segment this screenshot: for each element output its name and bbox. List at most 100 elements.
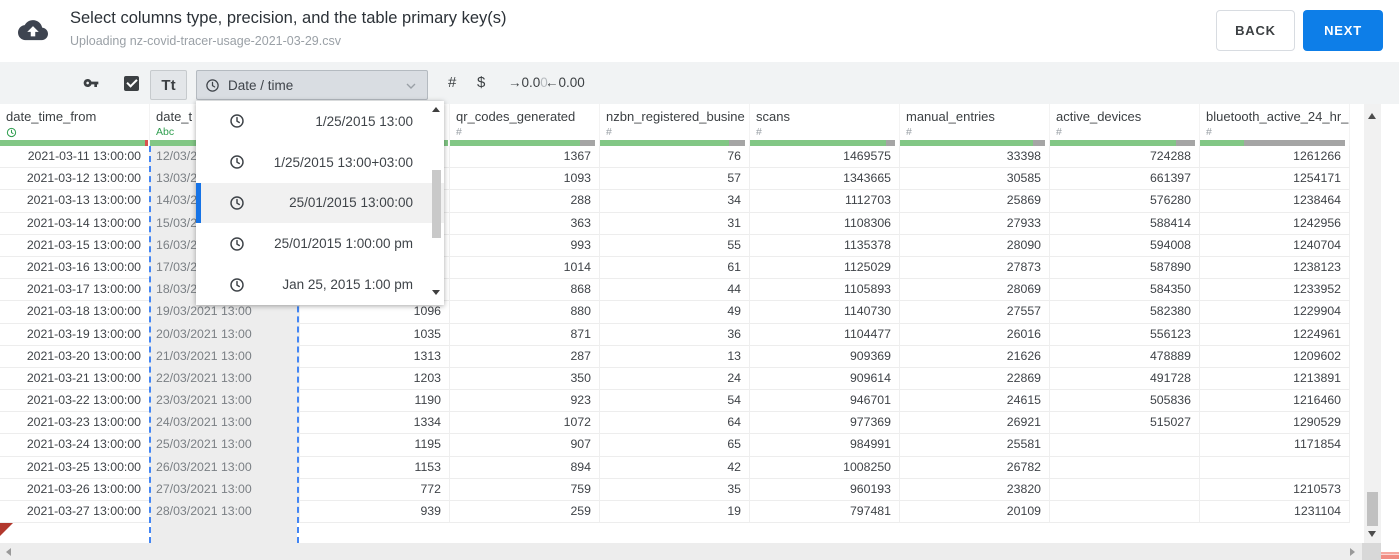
- table-cell[interactable]: 22/03/2021 13:00: [150, 367, 300, 391]
- increase-decimal-button[interactable]: →0.00: [508, 75, 548, 90]
- column-header-bluetooth_active_24_hr_[interactable]: bluetooth_active_24_hr_ #: [1200, 104, 1350, 146]
- table-cell[interactable]: 923: [450, 390, 600, 413]
- vertical-scrollbar[interactable]: [1364, 104, 1381, 543]
- table-cell[interactable]: 1203: [300, 367, 450, 391]
- table-cell[interactable]: 584350: [1050, 279, 1200, 302]
- table-cell[interactable]: 478889: [1050, 345, 1200, 368]
- column-include-checkbox[interactable]: [124, 76, 139, 91]
- table-cell[interactable]: 1231104: [1200, 501, 1350, 524]
- table-cell[interactable]: 28/03/2021 13:00: [150, 501, 300, 524]
- table-cell[interactable]: 2021-03-25 13:00:00: [0, 456, 150, 479]
- table-cell[interactable]: 23820: [900, 478, 1050, 501]
- table-cell[interactable]: 1233952: [1200, 279, 1350, 302]
- scroll-right-icon[interactable]: [1350, 548, 1355, 556]
- table-cell[interactable]: 1238123: [1200, 256, 1350, 280]
- table-cell[interactable]: [1200, 456, 1350, 479]
- table-cell[interactable]: 42: [600, 456, 750, 479]
- table-cell[interactable]: 25869: [900, 190, 1050, 213]
- table-cell[interactable]: 2021-03-22 13:00:00: [0, 390, 150, 413]
- table-cell[interactable]: 30585: [900, 168, 1050, 191]
- table-cell[interactable]: 880: [450, 301, 600, 324]
- table-cell[interactable]: 28090: [900, 234, 1050, 257]
- table-cell[interactable]: 556123: [1050, 323, 1200, 346]
- table-cell[interactable]: 1104477: [750, 323, 900, 346]
- table-cell[interactable]: 1014: [450, 256, 600, 280]
- table-cell[interactable]: 28069: [900, 279, 1050, 302]
- table-cell[interactable]: 64: [600, 412, 750, 435]
- table-cell[interactable]: 960193: [750, 478, 900, 501]
- table-cell[interactable]: 977369: [750, 412, 900, 435]
- table-cell[interactable]: 909369: [750, 345, 900, 368]
- table-cell[interactable]: 36: [600, 323, 750, 346]
- table-cell[interactable]: 1469575: [750, 146, 900, 169]
- scroll-left-icon[interactable]: [6, 548, 11, 556]
- table-cell[interactable]: 993: [450, 234, 600, 257]
- table-cell[interactable]: 2021-03-27 13:00:00: [0, 501, 150, 524]
- next-button[interactable]: NEXT: [1303, 10, 1383, 51]
- table-cell[interactable]: 491728: [1050, 367, 1200, 391]
- table-cell[interactable]: 594008: [1050, 234, 1200, 257]
- table-cell[interactable]: 25/03/2021 13:00: [150, 434, 300, 457]
- table-cell[interactable]: 1195: [300, 434, 450, 457]
- vertical-scrollbar-thumb[interactable]: [1367, 492, 1378, 526]
- table-cell[interactable]: 894: [450, 456, 600, 479]
- column-header-qr_codes_generated[interactable]: qr_codes_generated #: [450, 104, 600, 146]
- table-cell[interactable]: [1050, 434, 1200, 457]
- table-cell[interactable]: 26016: [900, 323, 1050, 346]
- table-cell[interactable]: 26921: [900, 412, 1050, 435]
- table-cell[interactable]: 27/03/2021 13:00: [150, 478, 300, 501]
- table-cell[interactable]: 24615: [900, 390, 1050, 413]
- table-cell[interactable]: 1213891: [1200, 367, 1350, 391]
- table-cell[interactable]: 797481: [750, 501, 900, 524]
- table-cell[interactable]: 13: [600, 345, 750, 368]
- table-cell[interactable]: 288: [450, 190, 600, 213]
- table-cell[interactable]: 35: [600, 478, 750, 501]
- table-cell[interactable]: 2021-03-14 13:00:00: [0, 212, 150, 235]
- table-cell[interactable]: 49: [600, 301, 750, 324]
- scroll-up-icon[interactable]: [432, 107, 440, 112]
- table-cell[interactable]: 1153: [300, 456, 450, 479]
- table-cell[interactable]: 587890: [1050, 256, 1200, 280]
- date-format-option[interactable]: 1/25/2015 13:00+03:00: [196, 142, 444, 183]
- table-cell[interactable]: 24/03/2021 13:00: [150, 412, 300, 435]
- table-cell[interactable]: 1140730: [750, 301, 900, 324]
- table-cell[interactable]: 2021-03-13 13:00:00: [0, 190, 150, 213]
- table-cell[interactable]: 1135378: [750, 234, 900, 257]
- date-format-option[interactable]: 25/01/2015 1:00:00 pm: [196, 223, 444, 264]
- date-format-option[interactable]: 25/01/2015 13:00:00: [196, 182, 444, 224]
- scroll-down-icon[interactable]: [432, 290, 440, 295]
- table-cell[interactable]: 350: [450, 367, 600, 391]
- table-cell[interactable]: 1008250: [750, 456, 900, 479]
- table-cell[interactable]: 1072: [450, 412, 600, 435]
- table-cell[interactable]: 1240704: [1200, 234, 1350, 257]
- table-cell[interactable]: 1238464: [1200, 190, 1350, 213]
- date-format-option[interactable]: 1/25/2015 13:00: [196, 101, 444, 142]
- column-type-select[interactable]: Date / time: [196, 70, 428, 100]
- table-cell[interactable]: 871: [450, 323, 600, 346]
- table-cell[interactable]: 2021-03-11 13:00:00: [0, 146, 150, 169]
- table-cell[interactable]: [1050, 456, 1200, 479]
- horizontal-scrollbar[interactable]: [0, 543, 1362, 560]
- column-header-date_time_from[interactable]: date_time_from: [0, 104, 150, 146]
- table-cell[interactable]: 27557: [900, 301, 1050, 324]
- table-cell[interactable]: 505836: [1050, 390, 1200, 413]
- table-cell[interactable]: 1105893: [750, 279, 900, 302]
- table-cell[interactable]: 1290529: [1200, 412, 1350, 435]
- table-cell[interactable]: 2021-03-12 13:00:00: [0, 168, 150, 191]
- table-cell[interactable]: 1334: [300, 412, 450, 435]
- table-cell[interactable]: 26/03/2021 13:00: [150, 456, 300, 479]
- column-header-scans[interactable]: scans #: [750, 104, 900, 146]
- table-cell[interactable]: 576280: [1050, 190, 1200, 213]
- table-cell[interactable]: 1313: [300, 345, 450, 368]
- column-header-active_devices[interactable]: active_devices #: [1050, 104, 1200, 146]
- table-cell[interactable]: 76: [600, 146, 750, 169]
- table-cell[interactable]: 1093: [450, 168, 600, 191]
- table-cell[interactable]: 1190: [300, 390, 450, 413]
- column-header-manual_entries[interactable]: manual_entries #: [900, 104, 1050, 146]
- table-cell[interactable]: 2021-03-20 13:00:00: [0, 345, 150, 368]
- table-cell[interactable]: 1254171: [1200, 168, 1350, 191]
- table-cell[interactable]: 26782: [900, 456, 1050, 479]
- table-cell[interactable]: 2021-03-26 13:00:00: [0, 478, 150, 501]
- number-type-button[interactable]: #: [448, 74, 456, 91]
- table-cell[interactable]: 54: [600, 390, 750, 413]
